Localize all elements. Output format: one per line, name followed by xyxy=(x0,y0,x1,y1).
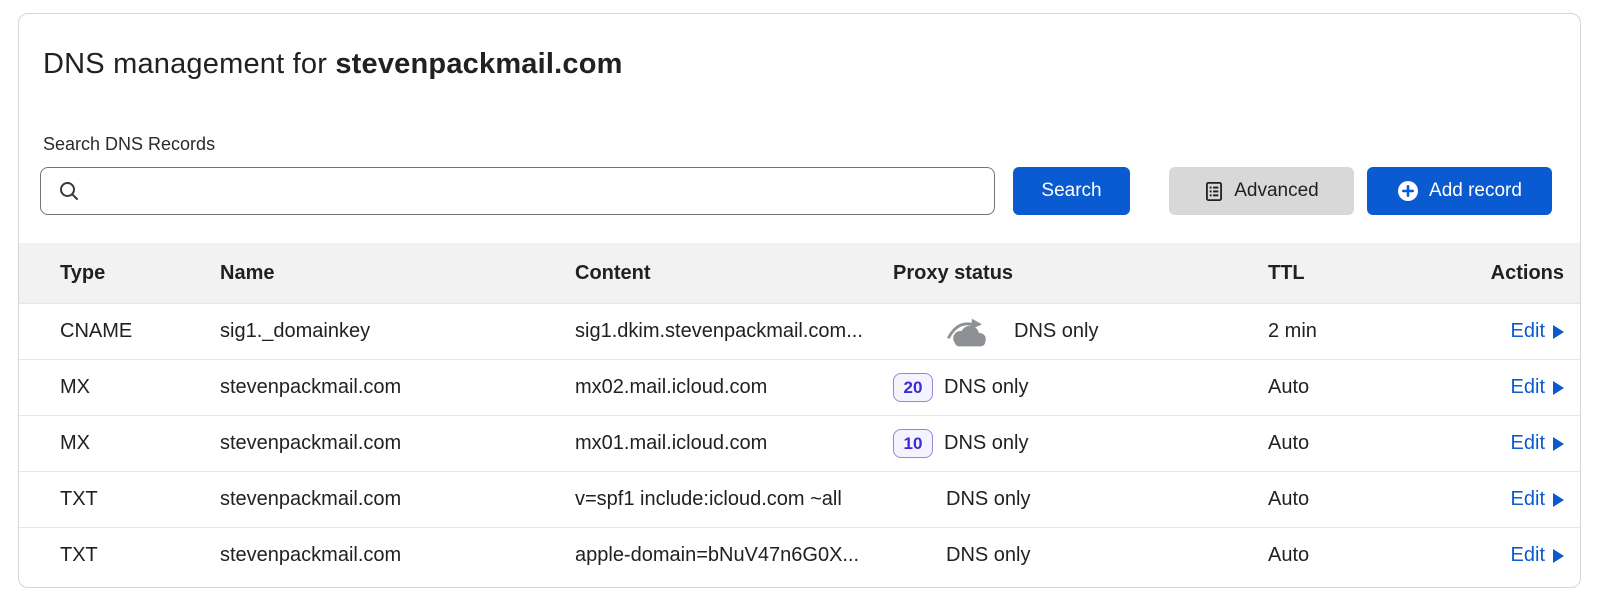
table-row: TXT stevenpackmail.com v=spf1 include:ic… xyxy=(19,471,1580,527)
cell-actions: Edit xyxy=(1413,488,1564,511)
column-header-ttl: TTL xyxy=(1268,262,1413,285)
table-header-row: Type Name Content Proxy status TTL Actio… xyxy=(19,243,1580,303)
cell-ttl: Auto xyxy=(1268,544,1413,567)
edit-label: Edit xyxy=(1511,432,1545,455)
triangle-right-icon xyxy=(1553,381,1564,395)
table-row: MX stevenpackmail.com mx01.mail.icloud.c… xyxy=(19,415,1580,471)
cell-type: TXT xyxy=(60,488,220,511)
cell-ttl: Auto xyxy=(1268,432,1413,455)
priority-badge: 10 xyxy=(893,429,933,458)
list-document-icon xyxy=(1204,181,1224,202)
search-icon xyxy=(58,180,80,202)
triangle-right-icon xyxy=(1553,493,1564,507)
proxy-status-text: DNS only xyxy=(946,544,1030,567)
plus-circle-icon xyxy=(1397,180,1419,202)
search-button[interactable]: Search xyxy=(1013,167,1130,215)
column-header-type: Type xyxy=(60,262,220,285)
cell-content: sig1.dkim.stevenpackmail.com... xyxy=(575,320,893,343)
edit-link[interactable]: Edit xyxy=(1511,320,1564,343)
cell-actions: Edit xyxy=(1413,544,1564,567)
proxy-status-text: DNS only xyxy=(946,488,1030,511)
dns-management-card: DNS management for stevenpackmail.com Se… xyxy=(18,13,1581,588)
cell-name: stevenpackmail.com xyxy=(220,376,575,399)
cell-name: stevenpackmail.com xyxy=(220,544,575,567)
triangle-right-icon xyxy=(1553,325,1564,339)
table-row: MX stevenpackmail.com mx02.mail.icloud.c… xyxy=(19,359,1580,415)
edit-label: Edit xyxy=(1511,488,1545,511)
cell-name: stevenpackmail.com xyxy=(220,432,575,455)
add-record-button[interactable]: Add record xyxy=(1367,167,1552,215)
cell-actions: Edit xyxy=(1413,320,1564,343)
cell-content: mx01.mail.icloud.com xyxy=(575,432,893,455)
cell-type: MX xyxy=(60,432,220,455)
cell-type: MX xyxy=(60,376,220,399)
cell-proxy-status: 20 DNS only xyxy=(893,373,1268,402)
page-title-prefix: DNS management for xyxy=(43,48,335,80)
edit-link[interactable]: Edit xyxy=(1511,432,1564,455)
dns-only-cloud-icon xyxy=(946,316,992,347)
cell-proxy-status: 10 DNS only xyxy=(893,429,1268,458)
cell-content: v=spf1 include:icloud.com ~all xyxy=(575,488,893,511)
cell-proxy-status: DNS only xyxy=(893,544,1268,567)
column-header-actions: Actions xyxy=(1413,262,1564,285)
dns-records-table: Type Name Content Proxy status TTL Actio… xyxy=(19,243,1580,583)
cell-actions: Edit xyxy=(1413,376,1564,399)
proxy-status-text: DNS only xyxy=(1014,320,1098,343)
search-button-label: Search xyxy=(1041,180,1101,202)
edit-link[interactable]: Edit xyxy=(1511,376,1564,399)
cell-actions: Edit xyxy=(1413,432,1564,455)
search-box[interactable] xyxy=(40,167,995,215)
cell-type: CNAME xyxy=(60,320,220,343)
add-record-button-label: Add record xyxy=(1429,180,1522,202)
search-label: Search DNS Records xyxy=(43,134,1556,154)
edit-label: Edit xyxy=(1511,544,1545,567)
cell-ttl: 2 min xyxy=(1268,320,1413,343)
cell-type: TXT xyxy=(60,544,220,567)
advanced-button[interactable]: Advanced xyxy=(1169,167,1354,215)
cell-proxy-status: DNS only xyxy=(893,316,1268,347)
cell-ttl: Auto xyxy=(1268,488,1413,511)
proxy-status-text: DNS only xyxy=(944,376,1028,399)
cell-ttl: Auto xyxy=(1268,376,1413,399)
cell-name: sig1._domainkey xyxy=(220,320,575,343)
proxy-status-text: DNS only xyxy=(944,432,1028,455)
edit-link[interactable]: Edit xyxy=(1511,488,1564,511)
column-header-proxy-status: Proxy status xyxy=(893,262,1268,285)
priority-badge: 20 xyxy=(893,373,933,402)
column-header-content: Content xyxy=(575,262,893,285)
toolbar: Search Advanced Add record xyxy=(40,167,1552,215)
cell-name: stevenpackmail.com xyxy=(220,488,575,511)
triangle-right-icon xyxy=(1553,549,1564,563)
cell-proxy-status: DNS only xyxy=(893,488,1268,511)
cell-content: mx02.mail.icloud.com xyxy=(575,376,893,399)
column-header-name: Name xyxy=(220,262,575,285)
table-row: TXT stevenpackmail.com apple-domain=bNuV… xyxy=(19,527,1580,583)
edit-label: Edit xyxy=(1511,376,1545,399)
search-input[interactable] xyxy=(90,180,980,202)
advanced-button-label: Advanced xyxy=(1234,180,1319,202)
table-row: CNAME sig1._domainkey sig1.dkim.stevenpa… xyxy=(19,303,1580,359)
page-title: DNS management for stevenpackmail.com xyxy=(43,47,1556,81)
triangle-right-icon xyxy=(1553,437,1564,451)
edit-link[interactable]: Edit xyxy=(1511,544,1564,567)
edit-label: Edit xyxy=(1511,320,1545,343)
cell-content: apple-domain=bNuV47n6G0X... xyxy=(575,544,893,567)
domain-name: stevenpackmail.com xyxy=(335,48,622,80)
